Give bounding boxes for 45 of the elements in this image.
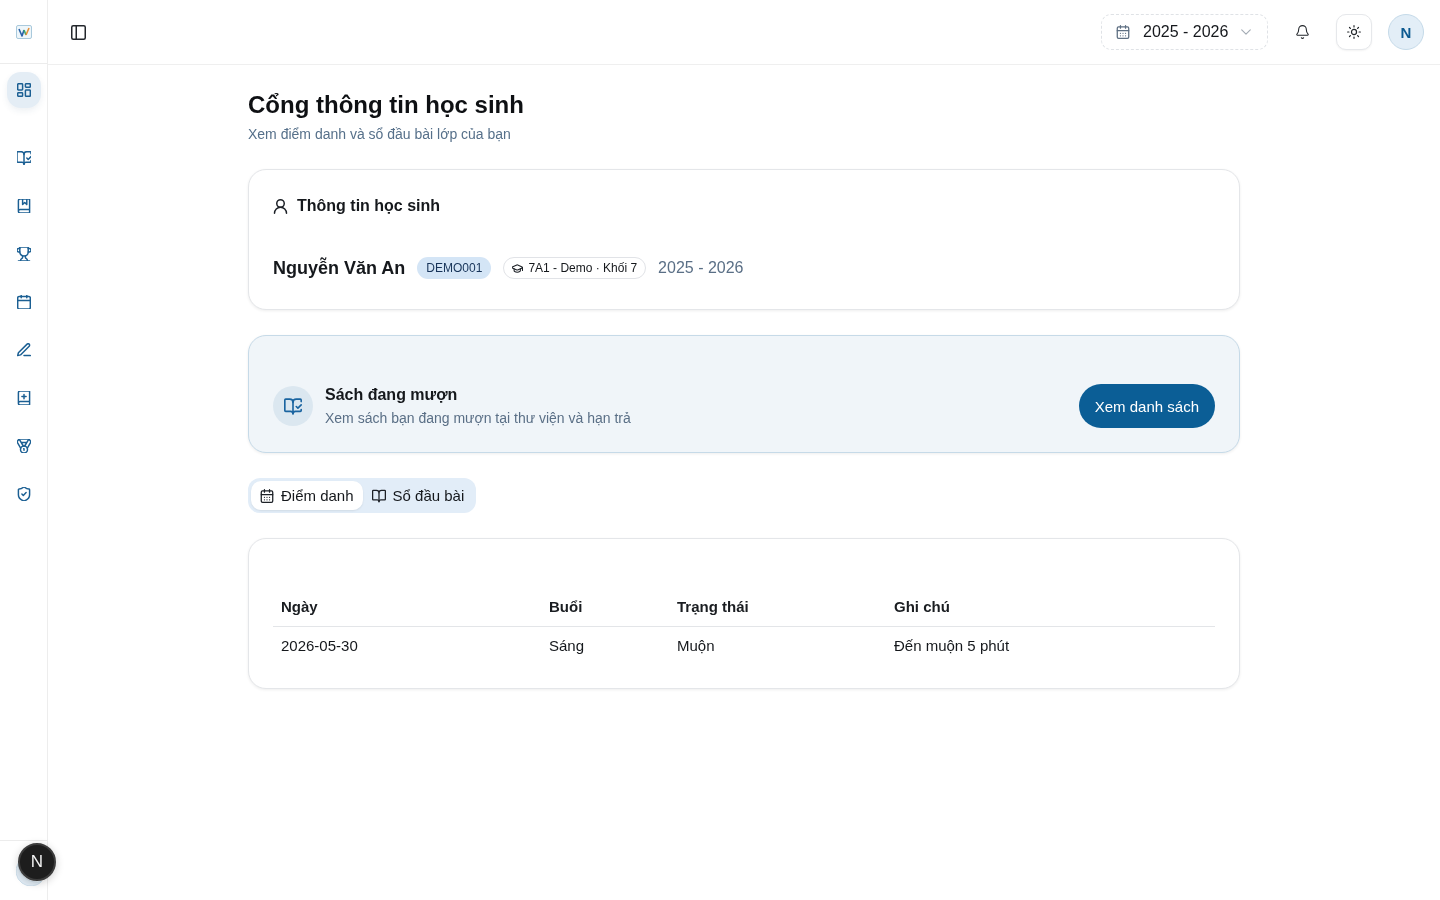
card-title: Sách đang mượn	[325, 385, 459, 405]
sidebar-toggle-icon	[70, 24, 86, 40]
tab[interactable]: Sổ đầu bài	[362, 481, 474, 510]
user-avatar[interactable]: N	[1388, 14, 1424, 50]
pencil-icon	[16, 343, 31, 357]
table-cell: 2026-05-30	[273, 626, 541, 664]
column-header: Ngày	[273, 586, 541, 627]
nav-button[interactable]	[6, 72, 41, 108]
column-header: Buổi	[541, 586, 669, 627]
open-book-icon	[371, 488, 386, 503]
chevron-down-icon	[1241, 29, 1252, 35]
tab[interactable]: Điểm danh	[251, 481, 363, 510]
card-description: Xem sách bạn đang mượn tại thư viện và hạn trả	[325, 409, 631, 428]
graduation-cap-icon	[512, 262, 524, 274]
open-book-check-icon	[16, 151, 31, 165]
trophy-icon	[16, 247, 31, 261]
table-cell: Muộn	[669, 626, 886, 664]
page-title: Cổng thông tin học sinh	[248, 90, 525, 120]
card-title: Thông tin học sinh	[297, 197, 441, 215]
year-select[interactable]: 2025 - 2026	[1101, 14, 1268, 50]
calendar-icon	[1116, 25, 1130, 39]
book-plus-icon	[16, 391, 31, 405]
calendar-icon	[16, 295, 31, 309]
student-name: Nguyễn Văn An	[273, 257, 406, 279]
school-year: 2025 - 2026	[658, 259, 744, 277]
medal-icon	[16, 439, 31, 453]
open-book-check-icon	[273, 386, 313, 426]
calendar-icon	[260, 488, 274, 503]
sun-icon	[1347, 25, 1361, 39]
logo-icon	[15, 24, 32, 39]
student-code-badge: DEMO001	[417, 257, 492, 279]
view-list-button[interactable]: Xem danh sách	[1078, 384, 1215, 428]
table-cell: Đến muộn 5 phút	[886, 626, 1215, 664]
user-icon	[273, 198, 288, 214]
column-header: Ghi chú	[886, 586, 1215, 627]
bookmark-book-icon	[16, 199, 31, 213]
dashboard-icon	[16, 83, 31, 97]
column-header: Trạng thái	[669, 586, 886, 627]
table-cell: Sáng	[541, 626, 669, 664]
theme-toggle-button[interactable]	[1336, 14, 1372, 50]
class-label: 7A1 - Demo · Khối 7	[528, 261, 638, 275]
page-subtitle: Xem điểm danh và sổ đầu bài lớp của bạn	[248, 125, 512, 144]
dev-indicator-button[interactable]: N	[18, 843, 56, 881]
bell-icon	[1295, 25, 1309, 39]
shield-check-icon	[16, 487, 31, 501]
